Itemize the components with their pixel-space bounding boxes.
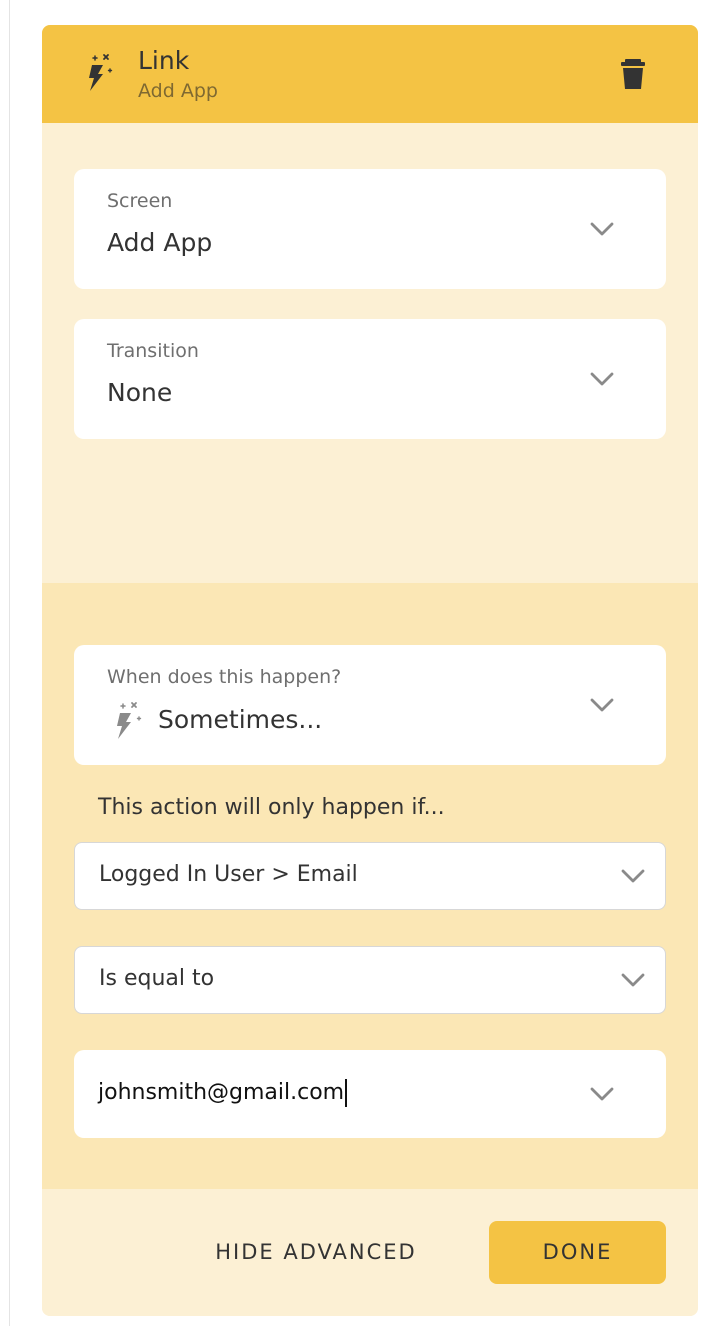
- chevron-down-icon: [590, 222, 614, 236]
- chevron-down-icon: [590, 372, 614, 386]
- action-card: Link Add App Screen Add App Transition N…: [42, 25, 698, 1316]
- screen-dropdown[interactable]: Screen Add App: [74, 169, 666, 289]
- transition-dropdown[interactable]: Transition None: [74, 319, 666, 439]
- magic-action-icon: [117, 702, 142, 739]
- panel-divider: [9, 0, 10, 1326]
- condition-value-content: johnsmith@gmail.com: [98, 1080, 345, 1105]
- text-caret: [345, 1079, 348, 1107]
- action-header: Link Add App: [42, 25, 698, 123]
- condition-operator-select[interactable]: Is equal to: [74, 946, 666, 1014]
- advanced-section: When does this happen? Sometimes... This…: [42, 583, 698, 1189]
- transition-label: Transition: [107, 340, 199, 362]
- done-button[interactable]: DONE: [489, 1221, 666, 1284]
- hide-advanced-button[interactable]: HIDE ADVANCED: [202, 1221, 430, 1283]
- chevron-down-icon: [621, 869, 645, 883]
- when-dropdown[interactable]: When does this happen? Sometimes...: [74, 645, 666, 765]
- condition-intro: This action will only happen if...: [98, 795, 445, 820]
- action-subtitle: Add App: [138, 80, 218, 102]
- condition-value-input[interactable]: johnsmith@gmail.com: [74, 1050, 666, 1138]
- trash-icon[interactable]: [620, 58, 646, 90]
- condition-property-select[interactable]: Logged In User > Email: [74, 842, 666, 910]
- when-label: When does this happen?: [107, 666, 342, 688]
- transition-value: None: [107, 378, 173, 407]
- condition-operator-value: Is equal to: [99, 966, 215, 991]
- chevron-down-icon: [590, 698, 614, 712]
- action-footer: HIDE ADVANCED DONE: [42, 1189, 698, 1316]
- screen-label: Screen: [107, 190, 173, 212]
- when-value: Sometimes...: [158, 705, 323, 734]
- chevron-down-icon[interactable]: [590, 1087, 614, 1101]
- chevron-down-icon: [621, 973, 645, 987]
- condition-property-value: Logged In User > Email: [99, 862, 358, 887]
- basic-section: Screen Add App Transition None: [42, 123, 698, 583]
- magic-action-icon: [89, 54, 113, 91]
- action-title: Link: [138, 46, 190, 75]
- screen-value: Add App: [107, 228, 213, 257]
- condition-value-text[interactable]: johnsmith@gmail.com: [98, 1079, 348, 1107]
